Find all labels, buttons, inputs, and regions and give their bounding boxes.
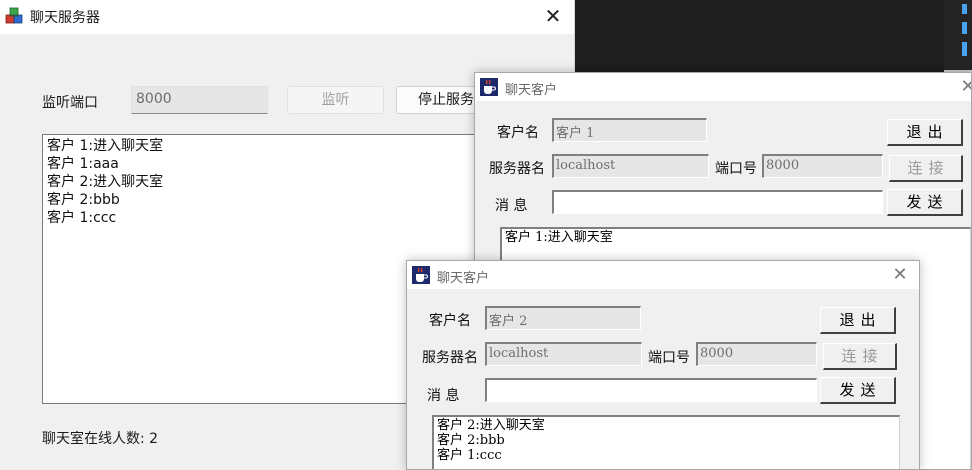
app-cubes-icon xyxy=(5,7,23,24)
editor-gutter xyxy=(944,0,972,70)
connect-button[interactable]: 连接 xyxy=(823,343,897,370)
client-titlebar[interactable]: 聊天客户 ✕ xyxy=(407,261,919,289)
editor-marker xyxy=(962,22,967,34)
client-title: 聊天客户 xyxy=(505,83,558,98)
log-line: 客户 1:进入聊天室 xyxy=(505,230,613,245)
log-line: 客户 1:ccc xyxy=(47,210,117,226)
message-input[interactable] xyxy=(552,190,883,214)
server-name-label: 服务器名 xyxy=(422,350,478,366)
listen-port-input[interactable]: 8000 xyxy=(131,86,268,114)
server-name-field[interactable]: localhost xyxy=(552,154,709,178)
log-line: 客户 1:ccc xyxy=(437,448,502,463)
online-count: 聊天室在线人数: 2 xyxy=(42,431,159,447)
log-line: 客户 2:bbb xyxy=(437,433,505,448)
close-icon[interactable]: ✕ xyxy=(536,2,570,30)
exit-button[interactable]: 退出 xyxy=(887,119,963,146)
server-titlebar[interactable]: 聊天服务器 ✕ xyxy=(0,0,574,34)
port-field[interactable]: 8000 xyxy=(696,342,817,366)
port-label: 端口号 xyxy=(715,161,757,177)
server-name-field[interactable]: localhost xyxy=(485,342,642,366)
log-line: 客户 2:进入聊天室 xyxy=(437,418,545,433)
send-button[interactable]: 发送 xyxy=(820,377,896,404)
client-title: 聊天客户 xyxy=(437,271,490,286)
port-field[interactable]: 8000 xyxy=(762,154,883,178)
message-input[interactable] xyxy=(485,378,817,402)
java-cup-icon xyxy=(480,78,498,96)
client-window-2: 聊天客户 ✕ 客户名 客户 2 服务器名 localhost 端口号 8000 … xyxy=(406,260,920,470)
client-chat-log[interactable]: 客户 2:进入聊天室 客户 2:bbb 客户 1:ccc xyxy=(432,415,900,469)
client-titlebar[interactable]: 聊天客户 ✕ xyxy=(475,73,971,101)
server-title: 聊天服务器 xyxy=(30,10,100,26)
log-line: 客户 2:bbb xyxy=(47,192,120,208)
listen-button[interactable]: 监听 xyxy=(287,86,384,114)
server-name-label: 服务器名 xyxy=(489,161,545,177)
message-label: 消 息 xyxy=(427,388,460,404)
client-name-field[interactable]: 客户 2 xyxy=(485,306,641,330)
close-icon[interactable]: ✕ xyxy=(953,75,971,99)
log-line: 客户 1:进入聊天室 xyxy=(47,138,164,154)
port-label: 监听端口 xyxy=(42,95,98,111)
java-cup-icon xyxy=(412,266,430,284)
editor-marker xyxy=(962,4,967,14)
exit-button[interactable]: 退出 xyxy=(820,307,896,334)
client-name-label: 客户名 xyxy=(429,313,471,329)
message-label: 消 息 xyxy=(495,198,528,214)
close-icon[interactable]: ✕ xyxy=(885,263,915,287)
client-name-label: 客户名 xyxy=(497,125,539,141)
connect-button[interactable]: 连接 xyxy=(889,155,963,182)
log-line: 客户 1:aaa xyxy=(47,156,119,172)
editor-marker xyxy=(962,42,967,56)
port-label: 端口号 xyxy=(648,350,690,366)
log-line: 客户 2:进入聊天室 xyxy=(47,174,164,190)
send-button[interactable]: 发送 xyxy=(887,189,963,216)
client-name-field[interactable]: 客户 1 xyxy=(552,118,707,142)
